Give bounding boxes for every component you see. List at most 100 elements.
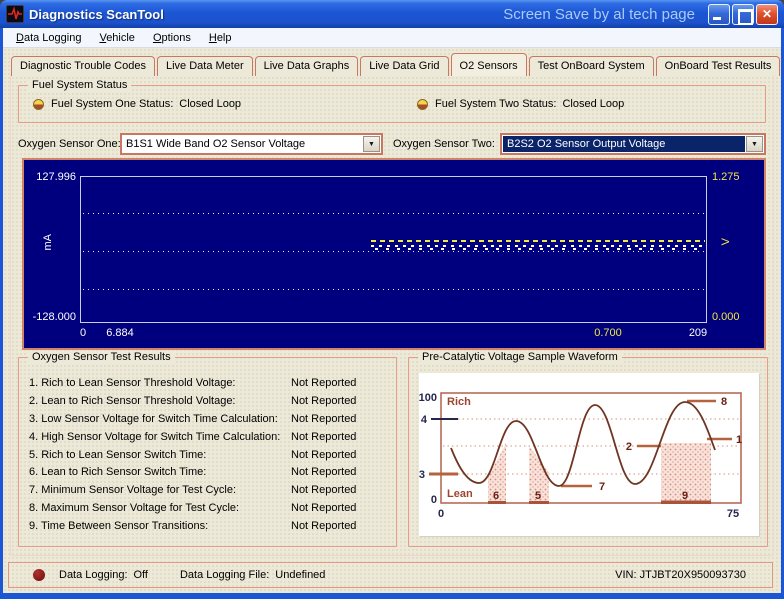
result-label: 4. High Sensor Voltage for Switch Time C… <box>29 431 280 443</box>
oxygen-sensor-two-label: Oxygen Sensor Two: <box>393 138 495 150</box>
callout-5: 5 <box>535 490 541 502</box>
sensor-one-trace <box>371 248 705 250</box>
menu-data-logging[interactable]: Data Logging <box>7 30 90 46</box>
tab-test-onboard-system[interactable]: Test OnBoard System <box>529 56 654 76</box>
tab-strip: Diagnostic Trouble Codes Live Data Meter… <box>11 51 780 76</box>
waveform-diagram: 100 4 3 0 Rich Lean 0 75 6 5 7 2 9 8 1 <box>419 373 759 536</box>
y-axis-left-min: -128.000 <box>26 311 76 323</box>
sample-waveform-group: Pre-Catalytic Voltage Sample Waveform <box>408 357 768 547</box>
callout-1: 1 <box>736 434 742 446</box>
led-icon <box>417 99 428 110</box>
x-axis-min: 0 <box>73 327 93 339</box>
x-axis-value-right: 0.700 <box>588 327 628 339</box>
logging-file-value: Undefined <box>275 569 325 581</box>
oxygen-sensor-two-select[interactable]: B2S2 O2 Sensor Output Voltage ▼ <box>500 133 766 155</box>
data-logging-status-icon <box>33 569 45 581</box>
table-row: 2. Lean to Rich Sensor Threshold Voltage… <box>19 392 396 410</box>
vin-text: VIN: JTJBT20X950093730 <box>615 569 746 581</box>
result-label: 6. Lean to Rich Sensor Switch Time: <box>29 466 206 478</box>
sensor-trace <box>371 240 705 250</box>
rich-label: Rich <box>447 396 471 408</box>
table-row: 3. Low Sensor Voltage for Switch Time Ca… <box>19 410 396 428</box>
watermark-text: Screen Save by al tech page <box>503 6 695 23</box>
test-results-group: Oxygen Sensor Test Results 1. Rich to Le… <box>18 357 397 547</box>
result-label: 2. Lean to Rich Sensor Threshold Voltage… <box>29 395 236 407</box>
gridline <box>83 213 704 214</box>
minimize-button[interactable] <box>708 4 730 25</box>
live-graph-plot <box>80 176 707 323</box>
gridline <box>83 289 704 290</box>
callout-8: 8 <box>721 396 727 408</box>
content-area: Diagnostic Trouble Codes Live Data Meter… <box>3 48 781 593</box>
fuel-two-value: Closed Loop <box>562 98 624 110</box>
tab-diagnostic-trouble-codes[interactable]: Diagnostic Trouble Codes <box>11 56 155 76</box>
y-axis-right-max: 1.275 <box>712 171 740 183</box>
table-row: 8. Maximum Sensor Voltage for Test Cycle… <box>19 499 396 517</box>
sensor-two-trace <box>371 240 705 242</box>
table-row: 9. Time Between Sensor Transitions: Not … <box>19 517 396 535</box>
results-group-legend: Oxygen Sensor Test Results <box>28 351 175 363</box>
fuel-group-legend: Fuel System Status <box>28 79 131 91</box>
x-axis-value-left: 6.884 <box>100 327 140 339</box>
table-row: 4. High Sensor Voltage for Switch Time C… <box>19 428 396 446</box>
waveform-panel: 100 4 3 0 Rich Lean 0 75 6 5 7 2 9 8 1 <box>419 373 759 536</box>
dropdown-arrow-icon[interactable]: ▼ <box>363 136 380 152</box>
sensor-one-trace <box>371 245 705 247</box>
table-row: 5. Rich to Lean Sensor Switch Time: Not … <box>19 446 396 464</box>
lean-label: Lean <box>447 488 473 500</box>
y-axis-left-max: 127.996 <box>26 171 76 183</box>
result-label: 3. Low Sensor Voltage for Switch Time Ca… <box>29 413 278 425</box>
tab-live-data-grid[interactable]: Live Data Grid <box>360 56 448 76</box>
gridline <box>83 251 704 252</box>
menu-help[interactable]: Help <box>200 30 241 46</box>
waveform-x-0: 0 <box>438 508 444 520</box>
y-axis-left-unit: mA <box>42 234 54 251</box>
logging-label: Data Logging: <box>59 569 128 581</box>
tab-live-data-graphs[interactable]: Live Data Graphs <box>255 56 359 76</box>
oxygen-sensor-one-label: Oxygen Sensor One: <box>18 138 121 150</box>
led-icon <box>33 99 44 110</box>
waveform-y-3: 3 <box>419 469 425 481</box>
heartbeat-icon <box>7 6 23 22</box>
menu-bar: Data Logging Vehicle Options Help <box>3 28 781 48</box>
oxygen-sensor-one-select[interactable]: B1S1 Wide Band O2 Sensor Voltage ▼ <box>120 133 383 155</box>
fuel-system-two-status: Fuel System Two Status: Closed Loop <box>417 98 624 110</box>
waveform-y-4: 4 <box>421 414 428 426</box>
fuel-one-label: Fuel System One Status: <box>51 98 173 110</box>
logging-value: Off <box>134 569 148 581</box>
close-button[interactable] <box>756 4 778 25</box>
fuel-one-value: Closed Loop <box>179 98 241 110</box>
menu-options[interactable]: Options <box>144 30 200 46</box>
status-bar: Data Logging: Off Data Logging File: Und… <box>8 562 773 588</box>
waveform-group-legend: Pre-Catalytic Voltage Sample Waveform <box>418 351 622 363</box>
tab-o2-sensors[interactable]: O2 Sensors <box>451 53 527 76</box>
result-value: Not Reported <box>291 377 356 389</box>
title-bar: Diagnostics ScanTool Screen Save by al t… <box>0 0 784 28</box>
maximize-button[interactable] <box>732 4 754 25</box>
waveform-x-75: 75 <box>727 508 739 520</box>
waveform-y-0: 0 <box>431 494 437 506</box>
result-value: Not Reported <box>291 502 356 514</box>
table-row: 6. Lean to Rich Sensor Switch Time: Not … <box>19 463 396 481</box>
result-value: Not Reported <box>291 484 356 496</box>
table-row: 1. Rich to Lean Sensor Threshold Voltage… <box>19 374 396 392</box>
app-window: Diagnostics ScanTool Screen Save by al t… <box>0 0 784 599</box>
app-icon <box>6 5 24 23</box>
tab-onboard-test-results[interactable]: OnBoard Test Results <box>656 56 781 76</box>
callout-6: 6 <box>493 490 499 502</box>
result-value: Not Reported <box>291 466 356 478</box>
result-value: Not Reported <box>291 413 356 425</box>
result-label: 1. Rich to Lean Sensor Threshold Voltage… <box>29 377 236 389</box>
callout-9: 9 <box>682 490 688 502</box>
result-label: 7. Minimum Sensor Voltage for Test Cycle… <box>29 484 236 496</box>
tab-live-data-meter[interactable]: Live Data Meter <box>157 56 253 76</box>
dropdown-arrow-icon[interactable]: ▼ <box>746 136 763 152</box>
result-label: 5. Rich to Lean Sensor Switch Time: <box>29 449 206 461</box>
callout-7: 7 <box>599 481 605 493</box>
result-value: Not Reported <box>291 395 356 407</box>
x-axis-max: 209 <box>678 327 718 339</box>
fuel-system-one-status: Fuel System One Status: Closed Loop <box>33 98 241 110</box>
live-graph-panel: 127.996 -128.000 mA 1.275 0.000 V 0 6.88… <box>22 158 766 350</box>
menu-vehicle[interactable]: Vehicle <box>90 30 143 46</box>
y-axis-right-unit: V <box>720 238 732 245</box>
